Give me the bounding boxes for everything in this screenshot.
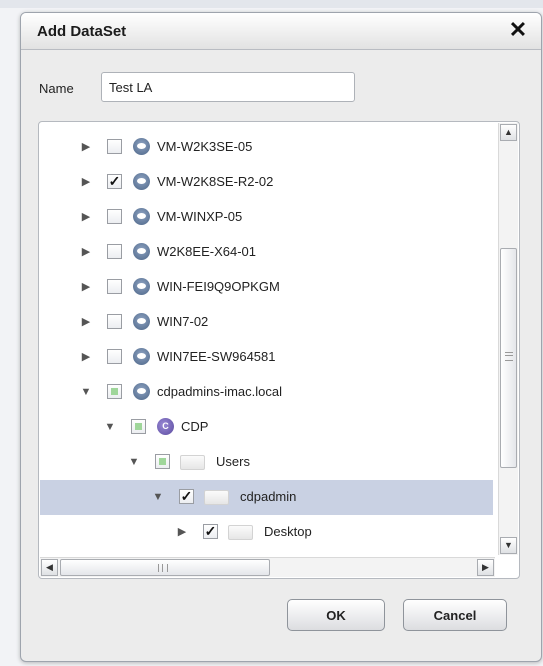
name-label: Name: [39, 81, 74, 96]
vm-eye-icon: [133, 138, 150, 155]
close-icon[interactable]: ✕: [507, 19, 529, 41]
cdp-icon: C: [157, 418, 174, 435]
tree-row[interactable]: ▶ WIN7EE-SW964581: [40, 340, 493, 375]
ok-button[interactable]: OK: [287, 599, 385, 631]
expand-arrow-icon[interactable]: ▶: [80, 175, 92, 189]
tree-checkbox[interactable]: [155, 454, 170, 469]
tree-row[interactable]: ▶ VM-W2K3SE-05: [40, 130, 493, 165]
vm-eye-icon: [133, 208, 150, 225]
tree-item-label: WIN-FEI9Q9OPKGM: [157, 279, 280, 294]
scroll-right-icon[interactable]: ▶: [477, 559, 494, 576]
expand-arrow-icon[interactable]: ▶: [80, 140, 92, 154]
horizontal-scrollbar[interactable]: ◀ ▶: [40, 557, 495, 577]
tree-row[interactable]: ▼ ✓ cdpadmin: [40, 480, 493, 515]
tree-item-label: Users: [216, 454, 250, 469]
vm-eye-icon: [133, 173, 150, 190]
tree-item-label: WIN7EE-SW964581: [157, 349, 276, 364]
tree-item-label: VM-W2K3SE-05: [157, 139, 253, 154]
folder-icon: [204, 490, 229, 505]
collapse-arrow-icon[interactable]: ▼: [80, 385, 92, 399]
folder-icon: [180, 455, 205, 470]
tree-row[interactable]: ▶ WIN-FEI9Q9OPKGM: [40, 270, 493, 305]
collapse-arrow-icon[interactable]: ▼: [128, 455, 140, 469]
tree-item-label: cdpadmins-imac.local: [157, 384, 282, 399]
vm-eye-icon: [133, 243, 150, 260]
dialog-titlebar: Add DataSet ✕: [21, 13, 541, 50]
name-input[interactable]: [101, 72, 355, 102]
tree-item-label: cdpadmin: [240, 489, 297, 504]
scroll-up-icon[interactable]: ▲: [500, 124, 517, 141]
expand-arrow-icon[interactable]: ▶: [80, 245, 92, 259]
tree-item-label: WIN7-02: [157, 314, 209, 329]
tree-row[interactable]: ▶ WIN7-02: [40, 305, 493, 340]
vertical-scrollbar[interactable]: ▲ ▼: [498, 123, 518, 555]
scroll-left-icon[interactable]: ◀: [41, 559, 58, 576]
tree-item-label: W2K8EE-X64-01: [157, 244, 256, 259]
vertical-scroll-thumb[interactable]: [500, 248, 517, 468]
expand-arrow-icon[interactable]: ▶: [80, 315, 92, 329]
tree-checkbox[interactable]: ✓: [179, 489, 194, 504]
tree-checkbox[interactable]: [107, 139, 122, 154]
scroll-down-icon[interactable]: ▼: [500, 537, 517, 554]
grip-icon: [505, 352, 513, 361]
background-strip: [0, 0, 543, 8]
vm-eye-icon: [133, 383, 150, 400]
tree-row[interactable]: ▼ C CDP: [40, 410, 493, 445]
tree-viewport: ▶ VM-W2K3SE-05 ▶ ✓ VM-W2K8SE-R2-02 ▶ VM-WINXP-…: [40, 130, 493, 555]
dataset-tree-panel: ▶ VM-W2K3SE-05 ▶ ✓ VM-W2K8SE-R2-02 ▶ VM-WINXP-…: [38, 121, 520, 579]
tree-checkbox[interactable]: [107, 384, 122, 399]
tree-row[interactable]: ▼ Users: [40, 445, 493, 480]
tree-checkbox[interactable]: [107, 314, 122, 329]
vm-eye-icon: [133, 348, 150, 365]
folder-icon: [228, 525, 253, 540]
collapse-arrow-icon[interactable]: ▼: [104, 420, 116, 434]
grip-icon: [158, 564, 168, 572]
dialog-title: Add DataSet: [37, 23, 127, 40]
expand-arrow-icon[interactable]: ▶: [80, 210, 92, 224]
add-dataset-dialog: Add DataSet ✕ Name ▶ VM-W2K3SE-05 ▶ ✓ VM-W2K…: [20, 12, 542, 662]
tree-checkbox[interactable]: [107, 279, 122, 294]
tree-checkbox[interactable]: [107, 209, 122, 224]
expand-arrow-icon[interactable]: ▶: [176, 525, 188, 539]
collapse-arrow-icon[interactable]: ▼: [152, 490, 164, 504]
tree-item-label: CDP: [181, 419, 209, 434]
expand-arrow-icon[interactable]: ▶: [80, 350, 92, 364]
tree-item-label: VM-W2K8SE-R2-02: [157, 174, 274, 189]
tree-item-label: Desktop: [264, 524, 312, 539]
vm-eye-icon: [133, 313, 150, 330]
tree-row[interactable]: ▶ ✓ VM-W2K8SE-R2-02: [40, 165, 493, 200]
tree-checkbox[interactable]: ✓: [203, 524, 218, 539]
tree-row[interactable]: ▶ VM-WINXP-05: [40, 200, 493, 235]
tree-checkbox[interactable]: [107, 349, 122, 364]
tree-row[interactable]: ▶ ✓ Desktop: [40, 515, 493, 550]
vm-eye-icon: [133, 278, 150, 295]
tree-checkbox[interactable]: [131, 419, 146, 434]
expand-arrow-icon[interactable]: ▶: [80, 280, 92, 294]
tree-row[interactable]: ▼ cdpadmins-imac.local: [40, 375, 493, 410]
tree-item-label: VM-WINXP-05: [157, 209, 243, 224]
cancel-button[interactable]: Cancel: [403, 599, 507, 631]
tree-row[interactable]: ▶ W2K8EE-X64-01: [40, 235, 493, 270]
tree-checkbox[interactable]: [107, 244, 122, 259]
horizontal-scroll-thumb[interactable]: [60, 559, 270, 576]
tree-checkbox[interactable]: ✓: [107, 174, 122, 189]
